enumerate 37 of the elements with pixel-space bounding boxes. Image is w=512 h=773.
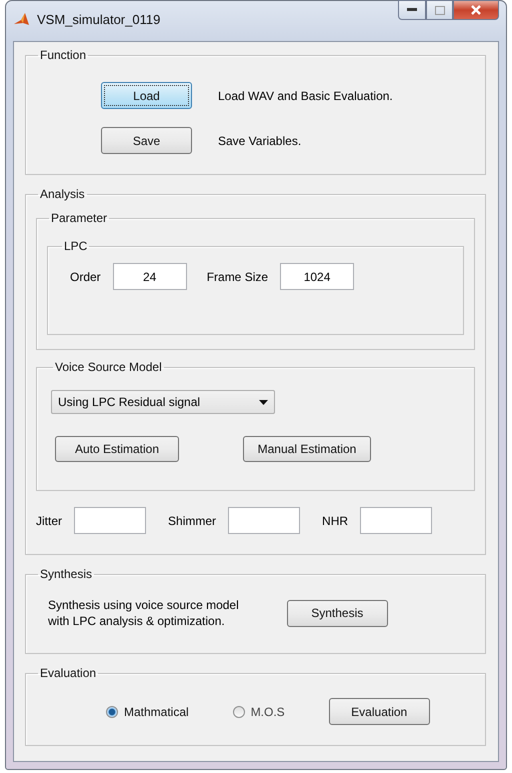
group-title: Function	[39, 48, 88, 62]
radio-option[interactable]: M.O.S	[232, 704, 285, 718]
evaluation-button[interactable]: Evaluation	[328, 698, 430, 725]
group-title: LPC	[63, 239, 88, 253]
field-label: Shimmer	[168, 514, 216, 528]
group-title: Synthesis	[39, 567, 94, 581]
caret-icon	[259, 400, 268, 404]
number-field[interactable]: 24	[112, 263, 187, 290]
radio-option[interactable]: Mathmatical	[106, 704, 189, 718]
action-button[interactable]: Save	[101, 127, 192, 154]
maximize-icon	[434, 6, 444, 14]
estimation-button[interactable]: Manual Estimation	[243, 436, 371, 462]
close-button[interactable]	[453, 0, 499, 20]
action-button[interactable]: Load	[101, 82, 192, 109]
method-dropdown[interactable]: Using LPC Residual signal	[51, 390, 275, 414]
action-description: Save Variables.	[218, 134, 302, 148]
field-label: Order	[70, 270, 101, 284]
estimation-button[interactable]: Auto Estimation	[55, 436, 179, 462]
group-title: Analysis	[39, 187, 86, 201]
window-title: VSM_simulator_0119	[37, 11, 162, 29]
maximize-button[interactable]	[426, 0, 453, 20]
group-title: Voice Source Model	[54, 360, 163, 374]
action-description: Load WAV and Basic Evaluation.	[218, 88, 393, 102]
minimize-button[interactable]	[398, 0, 426, 20]
group-title: Parameter	[50, 211, 108, 225]
measure-field[interactable]	[74, 507, 146, 534]
measure-field[interactable]	[360, 507, 432, 534]
synthesis-description: Synthesis using voice source model with LPC analysis & optimization.	[48, 597, 239, 629]
number-field[interactable]: 1024	[280, 263, 354, 290]
measure-field[interactable]	[228, 507, 300, 534]
synthesis-button[interactable]: Synthesis	[286, 600, 388, 626]
field-label: Jitter	[36, 514, 62, 528]
close-icon	[471, 5, 481, 15]
group-title: Evaluation	[39, 666, 98, 680]
field-label: Frame Size	[206, 270, 268, 284]
field-label: NHR	[322, 514, 348, 528]
minimize-icon	[407, 8, 417, 12]
